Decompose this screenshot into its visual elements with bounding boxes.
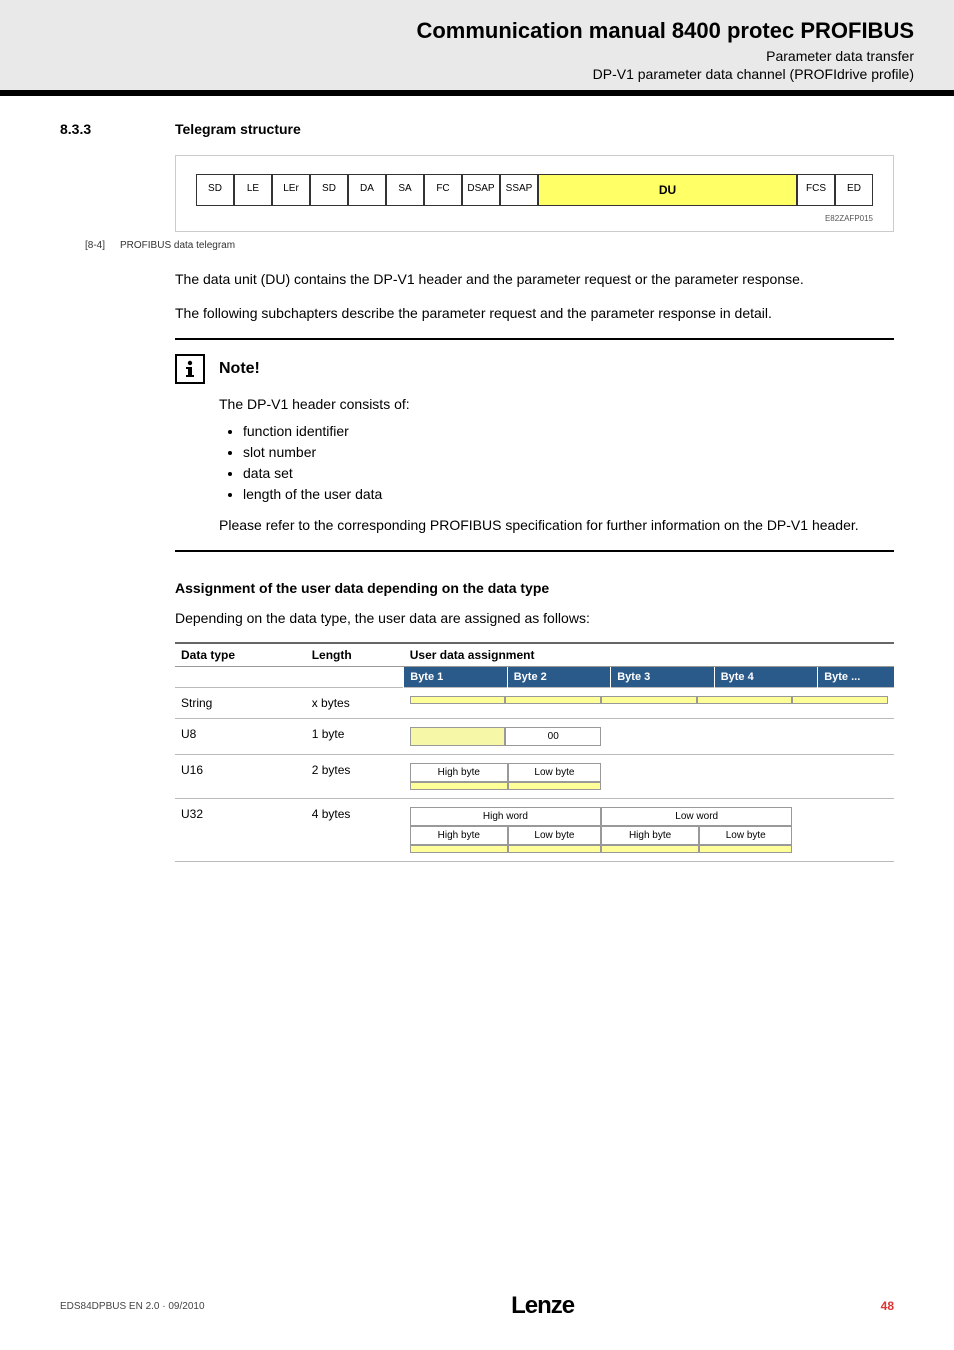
- telegram-cell: SA: [386, 174, 424, 206]
- col-length: Length: [306, 643, 404, 667]
- cell-datatype: U32: [175, 798, 306, 861]
- telegram-cell: DA: [348, 174, 386, 206]
- table-header-row: Data type Length User data assignment: [175, 643, 894, 667]
- table-row: String x bytes: [175, 687, 894, 718]
- telegram-cell: LE: [234, 174, 272, 206]
- list-item: length of the user data: [243, 484, 884, 505]
- col-byte4: Byte 4: [714, 666, 817, 687]
- note-box: Note! The DP-V1 header consists of: func…: [175, 338, 894, 552]
- cell-lowbyte: Low byte: [699, 826, 792, 845]
- footer-doc-id: EDS84DPBUS EN 2.0 · 09/2010: [60, 1301, 205, 1312]
- col-byte-more: Byte ...: [818, 666, 894, 687]
- paragraph: The data unit (DU) contains the DP-V1 he…: [175, 269, 894, 289]
- cell-lowbyte: Low byte: [508, 826, 601, 845]
- col-byte1: Byte 1: [404, 666, 507, 687]
- telegram-cell: LEr: [272, 174, 310, 206]
- page-header: Communication manual 8400 protec PROFIBU…: [0, 0, 954, 96]
- note-body: The DP-V1 header consists of: function i…: [219, 394, 884, 536]
- note-intro: The DP-V1 header consists of:: [219, 394, 884, 415]
- list-item: function identifier: [243, 421, 884, 442]
- telegram-cell: SD: [196, 174, 234, 206]
- note-outro: Please refer to the corresponding PROFIB…: [219, 515, 884, 536]
- telegram-cell: ED: [835, 174, 873, 206]
- paragraph: The following subchapters describe the p…: [175, 303, 894, 323]
- header-sub1: Parameter data transfer: [40, 48, 914, 64]
- cell-highbyte: High byte: [410, 826, 508, 845]
- telegram-cell: SD: [310, 174, 348, 206]
- figure-caption: [8-4] PROFIBUS data telegram: [60, 240, 894, 251]
- telegram-row: SD LE LEr SD DA SA FC DSAP SSAP DU FCS E…: [196, 174, 873, 206]
- cell-length: 4 bytes: [306, 798, 404, 861]
- header-title: Communication manual 8400 protec PROFIBU…: [40, 18, 914, 44]
- cell-length: 1 byte: [306, 718, 404, 754]
- cell-datatype: String: [175, 687, 306, 718]
- caption-number: [8-4]: [60, 240, 120, 251]
- table-row: U16 2 bytes High byteLow byte: [175, 754, 894, 798]
- col-data-type: Data type: [175, 643, 306, 667]
- list-item: data set: [243, 463, 884, 484]
- subheading: Assignment of the user data depending on…: [175, 580, 894, 596]
- cell-datatype: U8: [175, 718, 306, 754]
- col-user-data: User data assignment: [404, 643, 894, 667]
- section-heading: 8.3.3 Telegram structure: [60, 121, 894, 137]
- cell-highbyte: High byte: [410, 763, 508, 782]
- telegram-cell-du: DU: [538, 174, 797, 206]
- cell-length: x bytes: [306, 687, 404, 718]
- telegram-diagram: SD LE LEr SD DA SA FC DSAP SSAP DU FCS E…: [175, 155, 894, 232]
- caption-text: PROFIBUS data telegram: [120, 240, 235, 251]
- cell-datatype: U16: [175, 754, 306, 798]
- byte-header-row: Byte 1 Byte 2 Byte 3 Byte 4 Byte ...: [175, 666, 894, 687]
- list-item: slot number: [243, 442, 884, 463]
- note-header: Note!: [175, 354, 884, 384]
- col-byte2: Byte 2: [507, 666, 610, 687]
- cell-length: 2 bytes: [306, 754, 404, 798]
- cell-b2: 00: [505, 727, 601, 746]
- cell-lowbyte: Low byte: [508, 763, 601, 782]
- telegram-cell: DSAP: [462, 174, 500, 206]
- footer-logo: Lenze: [511, 1292, 574, 1320]
- diagram-code: E82ZAFP015: [196, 214, 873, 223]
- section-title: Telegram structure: [175, 121, 301, 137]
- note-list: function identifier slot number data set…: [243, 421, 884, 505]
- cell-highword: High word: [410, 807, 601, 826]
- telegram-cell: FC: [424, 174, 462, 206]
- telegram-cell: SSAP: [500, 174, 538, 206]
- table-row: U8 1 byte 00: [175, 718, 894, 754]
- cell-highbyte: High byte: [601, 826, 699, 845]
- page-footer: EDS84DPBUS EN 2.0 · 09/2010 Lenze 48: [0, 1292, 954, 1320]
- paragraph: Depending on the data type, the user dat…: [175, 608, 894, 628]
- header-sub2: DP-V1 parameter data channel (PROFIdrive…: [40, 66, 914, 82]
- footer-page-number: 48: [881, 1299, 894, 1313]
- info-icon: [175, 354, 205, 384]
- telegram-cell: FCS: [797, 174, 835, 206]
- cell-lowword: Low word: [601, 807, 792, 826]
- content-area: 8.3.3 Telegram structure SD LE LEr SD DA…: [0, 96, 954, 862]
- section-number: 8.3.3: [60, 121, 175, 137]
- col-byte3: Byte 3: [611, 666, 714, 687]
- table-row: U32 4 bytes High wordLow word High byteL…: [175, 798, 894, 861]
- assignment-table: Data type Length User data assignment By…: [175, 642, 894, 862]
- note-title: Note!: [219, 360, 260, 378]
